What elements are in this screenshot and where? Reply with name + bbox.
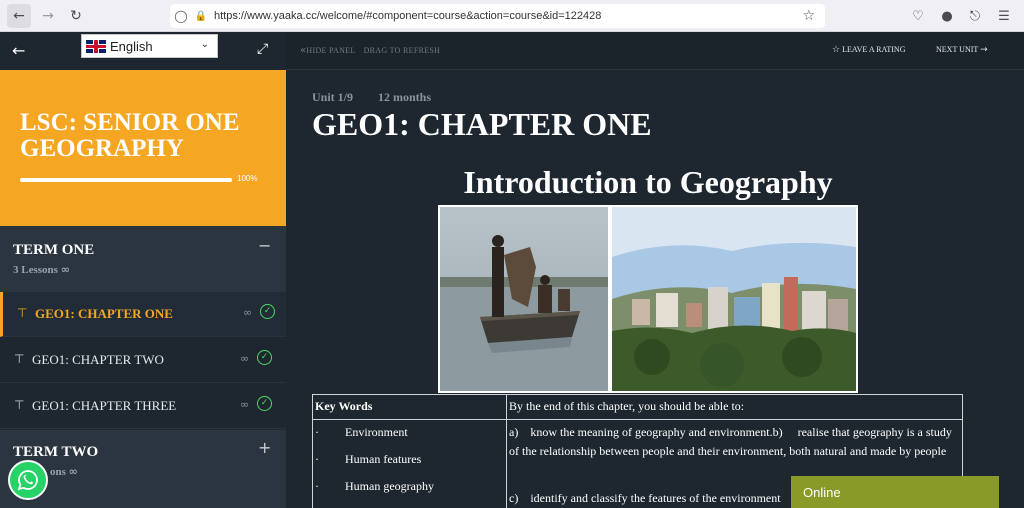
course-sidebar: ← English ⌄ ⤢ LSC: SENIOR ONE GEOGRAPHY … <box>0 32 286 508</box>
lock-icon[interactable]: 🔒 <box>192 11 210 22</box>
fishermen-canoe-image <box>440 207 608 391</box>
term-lesson-count: ons ∞ <box>50 465 78 478</box>
course-progress-label: 100% <box>237 174 258 183</box>
whatsapp-chat-icon[interactable] <box>8 460 48 500</box>
address-bar[interactable]: ◯ 🔒 https://www.yaaka.cc/welcome/#compon… <box>170 4 825 28</box>
term-title: TERM ONE <box>13 242 95 258</box>
section-heading: Introduction to Geography <box>463 164 833 200</box>
hide-panel-button[interactable]: «HIDE PANEL DRAG TO REFRESH <box>300 45 440 56</box>
chevron-down-icon: ⌄ <box>200 39 209 50</box>
language-select[interactable]: English ⌄ <box>81 34 218 58</box>
text-lesson-icon: ⊤ <box>14 398 25 412</box>
keyword-item: · Human features <box>315 452 422 466</box>
infinity-icon: ∞ <box>240 352 250 365</box>
objectives-header: By the end of this chapter, you should b… <box>509 399 745 413</box>
unit-counter: Unit 1/9 <box>312 90 354 104</box>
course-progress-fill <box>20 178 232 182</box>
term-lesson-count: 3 Lessons ∞ <box>13 263 70 276</box>
lesson-item-chapter-two[interactable]: ⊤ GEO1: CHAPTER TWO ∞ ✓ <box>0 338 286 383</box>
url-text[interactable]: https://www.yaaka.cc/welcome/#component=… <box>214 10 601 22</box>
fullscreen-icon[interactable]: ⤢ <box>257 41 268 57</box>
drag-refresh-label: DRAG TO REFRESH <box>363 46 441 55</box>
pocket-icon[interactable]: ♡ <box>908 6 928 26</box>
lesson-title: GEO1: CHAPTER TWO <box>32 352 164 367</box>
unit-duration: 12 months <box>378 90 432 104</box>
keyword-item: · Human geography <box>315 479 434 493</box>
infinity-icon: ∞ <box>240 398 250 411</box>
account-icon[interactable]: ● <box>937 6 957 26</box>
language-label: English <box>110 38 153 54</box>
term-one-header[interactable]: TERM ONE 3 Lessons ∞ − <box>0 226 286 292</box>
expand-icon[interactable]: + <box>258 438 271 457</box>
forward-icon[interactable]: → <box>36 4 60 28</box>
leave-rating-button[interactable]: ☆ LEAVE A RATING <box>832 45 906 55</box>
course-title: LSC: SENIOR ONE GEOGRAPHY <box>20 109 240 162</box>
reload-icon[interactable]: ↻ <box>64 4 88 28</box>
objective-item: a) know the meaning of geography and env… <box>509 425 952 458</box>
intro-images <box>438 205 858 393</box>
back-arrow-icon[interactable]: ← <box>12 41 25 60</box>
table-row-divider <box>313 419 962 420</box>
sidebar-topbar: ← English ⌄ ⤢ <box>0 32 286 70</box>
content-topbar: «HIDE PANEL DRAG TO REFRESH ☆ LEAVE A RAT… <box>286 32 1024 70</box>
lesson-item-chapter-three[interactable]: ⊤ GEO1: CHAPTER THREE ∞ ✓ <box>0 384 286 429</box>
unit-meta: Unit 1/9 12 months <box>312 90 431 105</box>
completed-check-icon: ✓ <box>257 350 272 365</box>
city-skyline-image <box>612 207 856 391</box>
bookmark-star-icon[interactable]: ☆ <box>802 8 815 24</box>
uk-flag-icon <box>86 39 106 53</box>
keyword-item: · Environment <box>315 425 408 439</box>
collapse-icon[interactable]: − <box>258 236 271 255</box>
star-icon: ☆ <box>832 45 841 55</box>
keywords-header: Key Words <box>315 399 373 413</box>
term-title: TERM TWO <box>13 444 99 460</box>
text-lesson-icon: ⊤ <box>17 306 28 320</box>
next-unit-button[interactable]: NEXT UNIT → <box>936 45 988 55</box>
lesson-title: GEO1: CHAPTER ONE <box>35 306 173 321</box>
text-lesson-icon: ⊤ <box>14 352 25 366</box>
chapter-title: GEO1: CHAPTER ONE <box>312 106 652 142</box>
arrow-right-icon: → <box>980 45 988 55</box>
lesson-content: «HIDE PANEL DRAG TO REFRESH ☆ LEAVE A RAT… <box>286 32 1024 508</box>
lesson-title: GEO1: CHAPTER THREE <box>32 398 177 413</box>
browser-toolbar: ← → ↻ ◯ 🔒 https://www.yaaka.cc/welcome/#… <box>0 0 1024 32</box>
menu-icon[interactable]: ☰ <box>994 6 1014 26</box>
infinity-icon: ∞ <box>243 306 253 319</box>
course-header: LSC: SENIOR ONE GEOGRAPHY 100% <box>0 70 286 226</box>
course-progress-bar <box>20 178 232 182</box>
back-icon[interactable]: ← <box>7 4 31 28</box>
shield-icon[interactable]: ◯ <box>170 9 192 23</box>
extensions-icon[interactable]: ⎋ <box>965 6 985 26</box>
live-chat-status[interactable]: Online <box>791 476 999 508</box>
completed-check-icon: ✓ <box>260 304 275 319</box>
lesson-item-chapter-one[interactable]: ⊤ GEO1: CHAPTER ONE ∞ ✓ <box>0 292 286 337</box>
completed-check-icon: ✓ <box>257 396 272 411</box>
